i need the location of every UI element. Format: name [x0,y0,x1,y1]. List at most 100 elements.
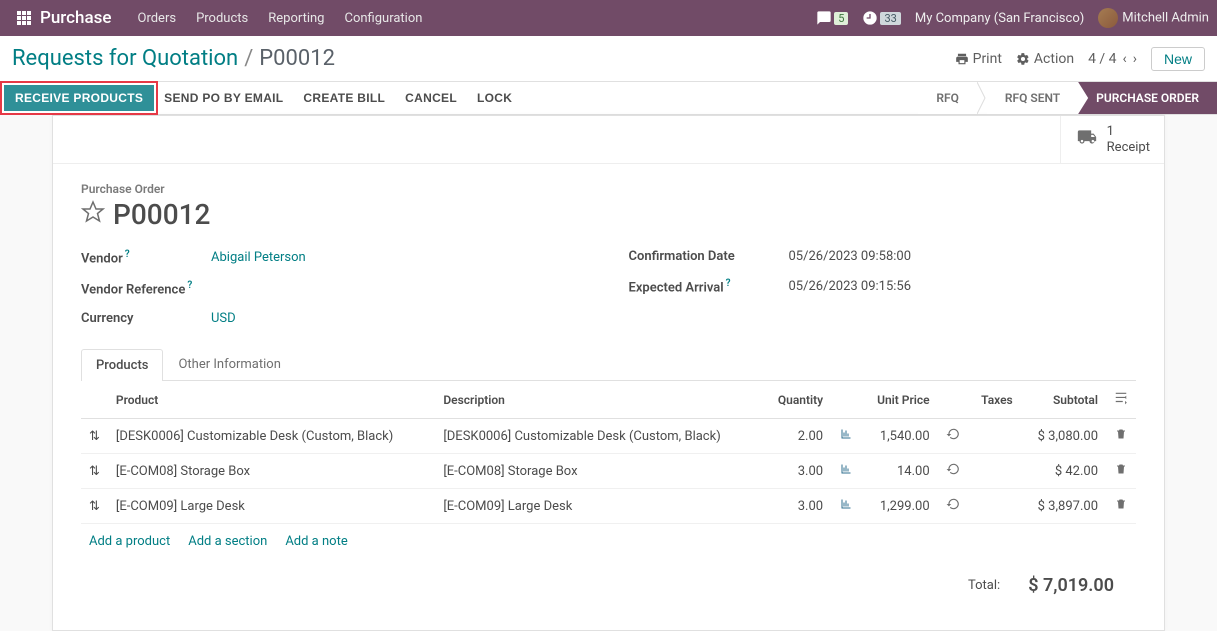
msg-count: 5 [834,12,848,25]
receipt-stat-button[interactable]: 1 Receipt [1060,116,1164,163]
form-sheet: 1 Receipt Purchase Order P00012 Vendor? … [52,115,1165,631]
activities-count: 33 [880,12,900,25]
breadcrumb-sep: / [244,46,253,71]
cell-price[interactable]: 1,540.00 [861,419,938,454]
forecast-icon[interactable] [831,489,861,524]
cancel-button[interactable]: CANCEL [395,86,467,110]
pager-prev[interactable]: ‹ [1123,51,1127,67]
history-icon[interactable] [938,454,968,489]
discuss-icon[interactable]: 5 [816,10,848,26]
company-switcher[interactable]: My Company (San Francisco) [915,11,1084,26]
col-description: Description [435,381,762,419]
table-row[interactable]: ⇅[E-COM08] Storage Box[E-COM08] Storage … [81,454,1136,489]
history-icon[interactable] [938,419,968,454]
print-label: Print [973,51,1002,67]
total-label: Total: [968,578,1000,593]
col-options-icon[interactable] [1106,381,1136,419]
history-icon[interactable] [938,489,968,524]
cell-product[interactable]: [E-COM08] Storage Box [108,454,435,489]
table-row[interactable]: ⇅[E-COM09] Large Desk[E-COM09] Large Des… [81,489,1136,524]
send-po-button[interactable]: SEND PO BY EMAIL [154,86,293,110]
cell-qty[interactable]: 3.00 [763,454,831,489]
vendor-label: Vendor? [81,249,211,266]
vendor-value[interactable]: Abigail Peterson [211,250,306,265]
cell-product[interactable]: [DESK0006] Customizable Desk (Custom, Bl… [108,419,435,454]
stage-rfq[interactable]: RFQ [918,82,977,114]
currency-value[interactable]: USD [211,311,236,326]
stage-purchase-order[interactable]: PURCHASE ORDER [1078,82,1217,114]
drag-handle-icon[interactable]: ⇅ [81,419,108,454]
tab-products[interactable]: Products [81,349,163,381]
receive-products-button[interactable]: RECEIVE PRODUCTS [4,85,154,111]
col-unit-price: Unit Price [861,381,938,419]
drag-handle-icon[interactable]: ⇅ [81,489,108,524]
priority-star-icon[interactable] [81,198,105,231]
confirm-date-label: Confirmation Date [629,249,789,264]
cell-qty[interactable]: 2.00 [763,419,831,454]
cell-description[interactable]: [E-COM09] Large Desk [435,489,762,524]
nav-reporting[interactable]: Reporting [268,11,324,26]
cell-price[interactable]: 14.00 [861,454,938,489]
add-section-link[interactable]: Add a section [188,534,267,549]
cell-subtotal: $ 42.00 [1021,454,1106,489]
avatar [1098,8,1118,28]
tab-other-info[interactable]: Other Information [163,348,295,380]
form-title-label: Purchase Order [81,182,1136,196]
vendor-ref-label: Vendor Reference? [81,280,211,297]
cell-price[interactable]: 1,299.00 [861,489,938,524]
activities-icon[interactable]: 33 [862,10,900,26]
nav-orders[interactable]: Orders [138,11,177,26]
help-icon[interactable]: ? [187,280,192,291]
cell-description[interactable]: [E-COM08] Storage Box [435,454,762,489]
cell-taxes[interactable] [968,419,1021,454]
cell-subtotal: $ 3,897.00 [1021,489,1106,524]
cell-subtotal: $ 3,080.00 [1021,419,1106,454]
table-row[interactable]: ⇅[DESK0006] Customizable Desk (Custom, B… [81,419,1136,454]
receipt-label: Receipt [1107,140,1150,155]
status-bar: RFQ RFQ SENT PURCHASE ORDER [918,82,1217,114]
help-icon[interactable]: ? [125,249,130,260]
breadcrumb-bar: Requests for Quotation / P00012 Print Ac… [0,36,1217,81]
order-name: P00012 [113,198,210,231]
delete-icon[interactable] [1106,489,1136,524]
pager: 4 / 4 ‹ › [1088,51,1137,67]
action-label: Action [1034,51,1074,67]
cell-description[interactable]: [DESK0006] Customizable Desk (Custom, Bl… [435,419,762,454]
print-button[interactable]: Print [955,51,1002,67]
action-button[interactable]: Action [1016,51,1074,67]
col-subtotal: Subtotal [1021,381,1106,419]
app-name[interactable]: Purchase [40,8,112,28]
forecast-icon[interactable] [831,419,861,454]
col-quantity: Quantity [763,381,831,419]
tabs: Products Other Information [81,348,1136,381]
breadcrumb-current: P00012 [259,46,335,71]
cell-product[interactable]: [E-COM09] Large Desk [108,489,435,524]
expected-arrival-label: Expected Arrival? [629,278,789,295]
apps-icon[interactable] [16,10,32,26]
user-name: Mitchell Admin [1122,10,1209,25]
user-menu[interactable]: Mitchell Admin [1098,8,1209,28]
delete-icon[interactable] [1106,419,1136,454]
nav-products[interactable]: Products [196,11,248,26]
cell-qty[interactable]: 3.00 [763,489,831,524]
add-note-link[interactable]: Add a note [285,534,347,549]
add-product-link[interactable]: Add a product [89,534,170,549]
expected-arrival-value[interactable]: 05/26/2023 09:15:56 [789,279,912,294]
truck-icon [1075,127,1099,151]
new-button[interactable]: New [1151,47,1205,71]
breadcrumb-root[interactable]: Requests for Quotation [12,46,238,71]
cell-taxes[interactable] [968,454,1021,489]
stage-rfq-sent[interactable]: RFQ SENT [987,82,1078,114]
cell-taxes[interactable] [968,489,1021,524]
currency-label: Currency [81,311,211,326]
drag-handle-icon[interactable]: ⇅ [81,454,108,489]
help-icon[interactable]: ? [726,278,731,289]
col-product: Product [108,381,435,419]
nav-configuration[interactable]: Configuration [344,11,422,26]
create-bill-button[interactable]: CREATE BILL [293,86,395,110]
pager-next[interactable]: › [1133,51,1137,67]
receipt-count: 1 [1107,124,1150,140]
forecast-icon[interactable] [831,454,861,489]
delete-icon[interactable] [1106,454,1136,489]
lock-button[interactable]: LOCK [467,86,522,110]
